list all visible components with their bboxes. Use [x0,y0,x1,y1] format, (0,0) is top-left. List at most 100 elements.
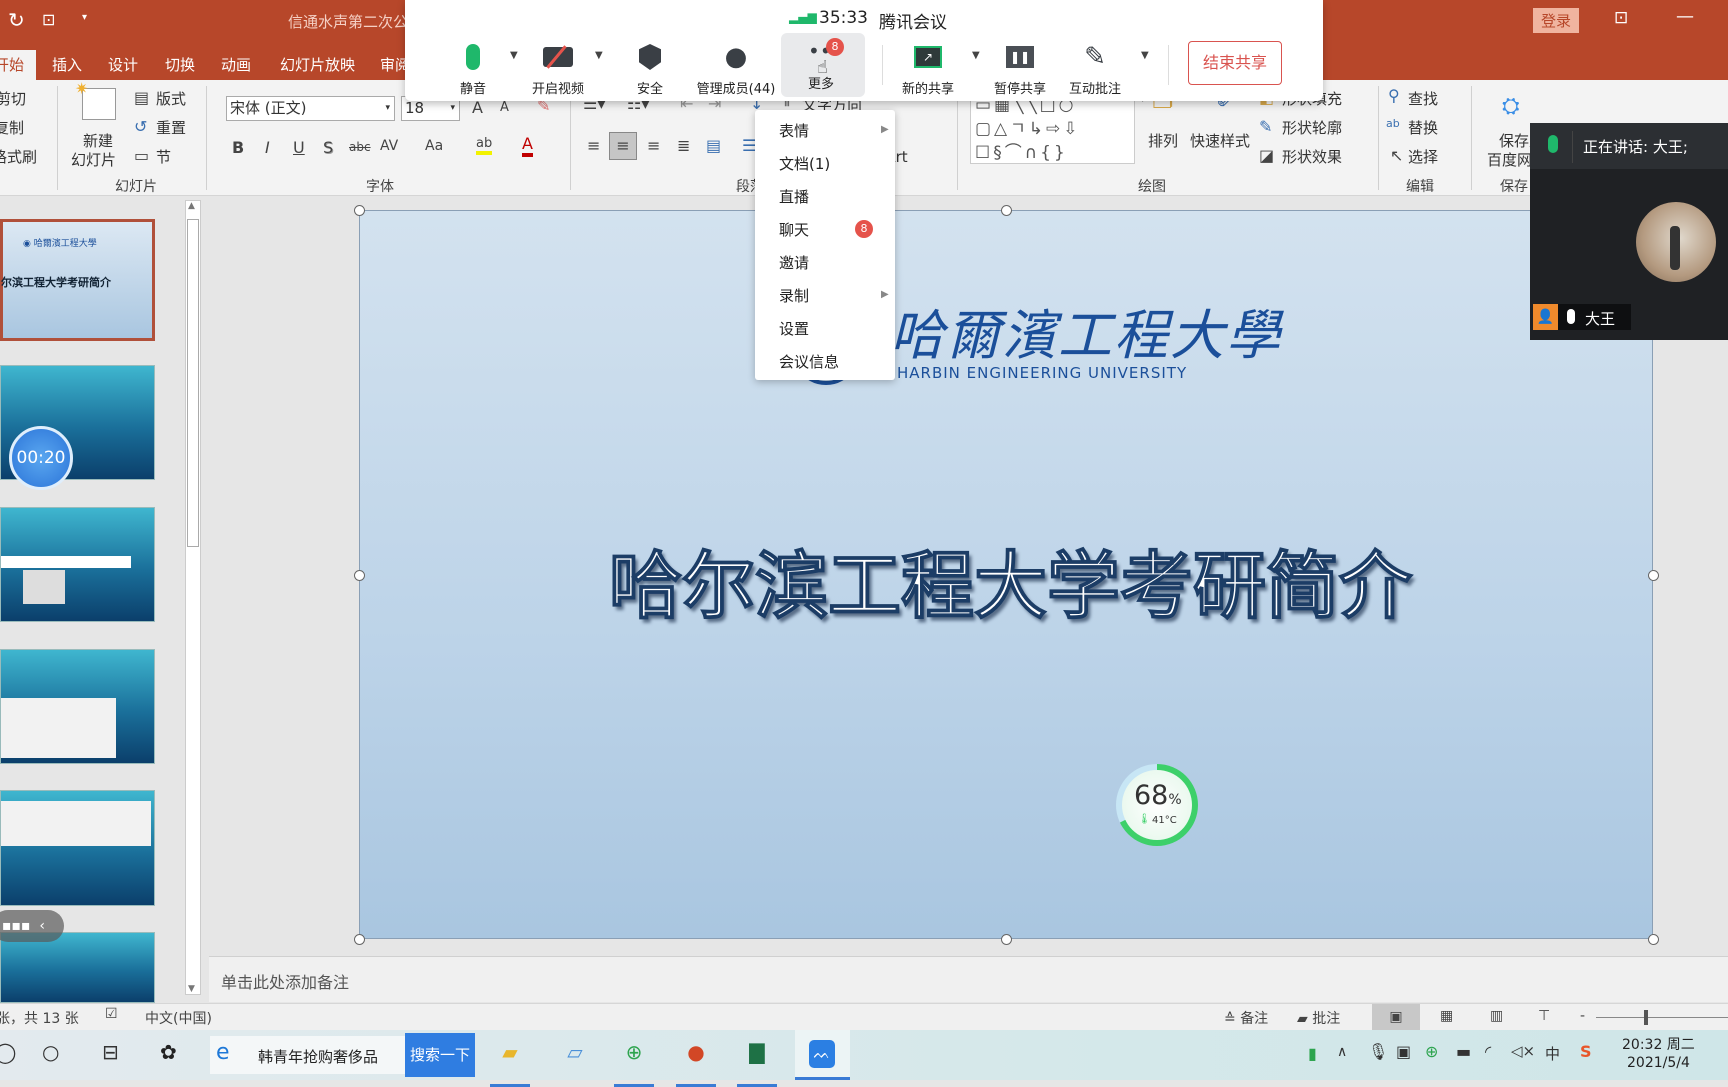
menu-item-live[interactable]: 直播 [779,186,809,207]
microphone-tray-icon[interactable]: 🎙 [1368,1042,1388,1061]
zoom-slider-thumb[interactable] [1644,1010,1648,1025]
new-share-button[interactable]: ↗ 新的共享 [883,40,973,97]
language[interactable]: 中文(中国) [145,1008,212,1028]
thumbnail-scrollbar[interactable]: ▲ ▼ [185,200,201,995]
tab-insert[interactable]: 插入 [48,50,86,80]
zoom-slider[interactable] [1596,1010,1728,1025]
scrollbar-thumb[interactable] [187,219,199,547]
slide-canvas[interactable]: 哈爾濱工程大學 HARBIN ENGINEERING UNIVERSITY 哈尔… [359,210,1653,939]
justify-icon[interactable]: ≣ [677,136,690,155]
start-video-button[interactable]: 开启视频 [513,40,603,97]
new-slide-icon[interactable]: ✷ [75,79,116,120]
menu-item-invite[interactable]: 邀请 [779,252,809,273]
end-share-button[interactable]: 结束共享 [1188,41,1282,85]
tab-design[interactable]: 设计 [104,50,142,80]
slide-title[interactable]: 哈尔滨工程大学考研简介 [608,527,1413,633]
resize-handle[interactable] [1001,205,1012,216]
ime-indicator[interactable]: 中 [1545,1043,1560,1064]
select-button[interactable]: 选择 [1408,146,1438,167]
bold-button[interactable]: B [232,138,244,157]
shapes-gallery[interactable]: ▭▦╲╲□○ ▢△ㄱ↳⇨⇩ ☐§⌒∩{} [970,92,1135,164]
menu-item-chat[interactable]: 聊天 [779,219,809,240]
menu-item-record[interactable]: 录制 [779,285,809,306]
floating-chat-toggle[interactable]: ▪▪▪ ‹ [0,910,64,942]
shadow-button[interactable]: S [323,138,333,157]
tab-transitions[interactable]: 切换 [161,50,199,80]
annotate-button[interactable]: ✎ 互动批注 [1050,40,1140,97]
tab-animations[interactable]: 动画 [217,50,255,80]
char-spacing-button[interactable]: AV [380,138,398,154]
security-button[interactable]: 安全 [605,40,695,97]
reading-view-icon[interactable]: ▥ [1490,1008,1503,1024]
shape-effects-button[interactable]: 形状效果 [1282,146,1342,167]
scroll-up-icon[interactable]: ▲ [188,201,195,211]
news-text[interactable]: 韩青年抢购奢侈品 [258,1046,378,1067]
align-left-icon[interactable]: ≡ [587,136,600,155]
resize-handle[interactable] [354,570,365,581]
search-button[interactable]: 搜索一下 [405,1033,475,1077]
underline-button[interactable]: U [293,138,305,157]
clock-date[interactable]: 2021/5/4 [1627,1055,1690,1071]
italic-button[interactable]: I [265,138,270,157]
task-view-icon[interactable]: ⊟ [102,1040,119,1070]
tray-app-icon[interactable]: ▣ [1396,1042,1411,1061]
find-button[interactable]: 查找 [1408,88,1438,109]
notes-button[interactable]: ≙ 备注 [1224,1008,1268,1028]
layout-button[interactable]: 版式 [156,88,186,109]
change-case-button[interactable]: Aa [425,138,443,154]
customize-quick-access-icon[interactable]: ▾ [82,12,87,23]
annotate-options-arrow[interactable]: ▼ [1141,50,1149,61]
distributed-icon[interactable]: ▤ [706,136,721,155]
section-button[interactable]: 节 [156,146,171,167]
resize-handle[interactable] [1001,934,1012,945]
menu-item-documents[interactable]: 文档(1) [779,153,830,174]
battery-icon[interactable]: ▬ [1456,1042,1471,1061]
menu-item-meeting-info[interactable]: 会议信息 [779,351,839,372]
font-name-select[interactable]: 宋体 (正文) ▾ [226,96,395,121]
menu-item-emoji[interactable]: 表情 [779,120,809,141]
zoom-out-button[interactable]: - [1580,1008,1585,1024]
resize-handle[interactable] [354,934,365,945]
normal-view-icon[interactable]: ▣ [1372,1004,1420,1030]
speaker-video-window[interactable]: 正在讲话: 大王; 👤 大王 [1530,123,1728,340]
quick-styles-button[interactable]: 快速样式 [1190,130,1250,151]
this-pc-icon[interactable]: ▱ [555,1040,595,1070]
slide-thumbnail-1[interactable]: ◉ 哈爾濱工程大學 尔滨工程大学考研简介 [0,219,155,341]
strikethrough-button[interactable]: abc [349,140,371,154]
resize-handle[interactable] [354,205,365,216]
login-button[interactable]: 登录 [1533,8,1580,33]
notes-placeholder[interactable]: 单击此处添加备注 [221,969,349,993]
reset-button[interactable]: 重置 [156,117,186,138]
app-icon[interactable]: ✿ [160,1040,177,1070]
resize-handle[interactable] [1648,934,1659,945]
shape-outline-button[interactable]: 形状轮廓 [1282,117,1342,138]
battery-tray-icon[interactable]: ▮ [1308,1044,1317,1063]
present-icon[interactable]: ⊡ [42,10,55,29]
slide-thumbnail-6[interactable] [0,932,155,1003]
spellcheck-icon[interactable]: ☑ [105,1006,118,1022]
more-button[interactable]: •• 8 更多 ☝ [781,33,865,97]
tab-home[interactable]: 开始 [0,50,37,80]
video-options-arrow[interactable]: ▼ [595,50,603,61]
comments-button[interactable]: ▰ 批注 [1297,1008,1340,1028]
manage-members-button[interactable]: ● 管理成员(44) [691,40,781,97]
volume-muted-icon[interactable]: ◁× [1511,1042,1535,1060]
slide-sorter-icon[interactable]: ▦ [1440,1008,1453,1024]
clock-time[interactable]: 20:32 周二 [1622,1034,1695,1054]
slideshow-view-icon[interactable]: ⊤ [1538,1008,1550,1024]
format-painter-button[interactable]: 格式刷 [0,146,37,167]
highlight-icon[interactable]: ab [476,136,493,155]
menu-item-settings[interactable]: 设置 [779,318,809,339]
scroll-down-icon[interactable]: ▼ [188,984,195,994]
font-color-icon[interactable]: A [522,134,533,157]
sogou-icon[interactable]: S [1580,1042,1592,1061]
tab-slideshow[interactable]: 幻灯片放映 [276,50,359,80]
align-center-icon[interactable]: ≡ [609,132,637,160]
mute-button[interactable]: 静音 [428,40,518,97]
show-hidden-icons[interactable]: ∧ [1337,1044,1347,1060]
new-slide-label-2[interactable]: 幻灯片 [71,149,116,170]
tencent-meeting-taskbar[interactable]: ᨓ [795,1030,850,1080]
slide-thumbnail-5[interactable] [0,790,155,906]
shrink-font-icon[interactable]: A [500,100,509,115]
resize-handle[interactable] [1648,570,1659,581]
